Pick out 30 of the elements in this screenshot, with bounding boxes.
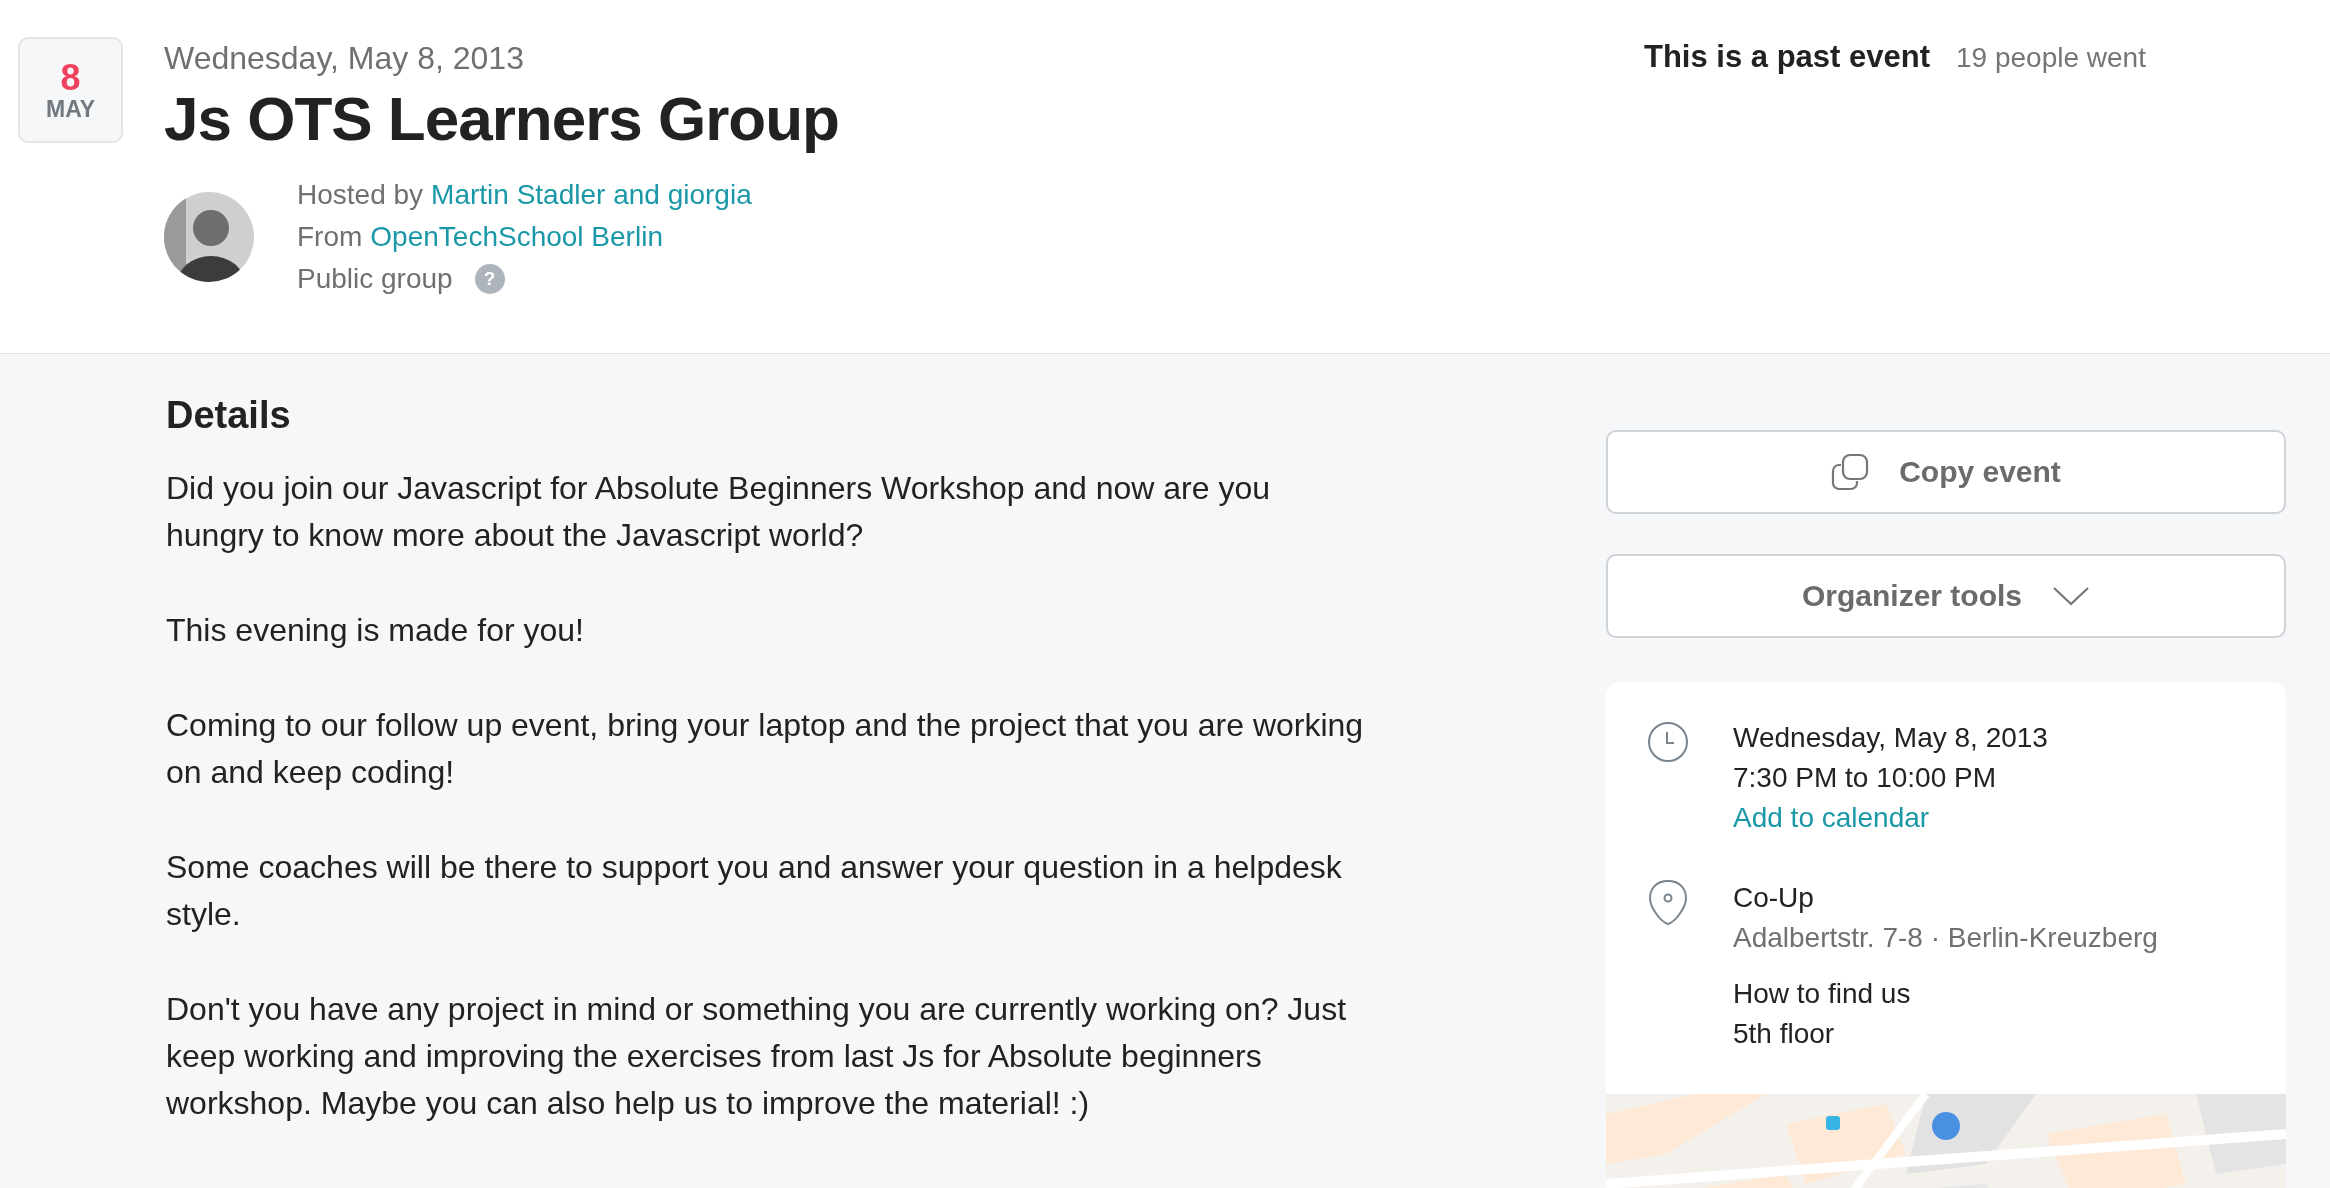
directions-text: 5th floor — [1733, 1017, 1836, 1051]
location-pin-icon — [1646, 878, 1690, 926]
past-event-label: This is a past event — [1644, 39, 1930, 75]
details-paragraph: This evening is made for you! — [166, 611, 585, 650]
add-to-calendar-link[interactable]: Add to calendar — [1733, 798, 2048, 838]
venue-address: Adalbertstr. 7-8 · Berlin-Kreuzberg — [1733, 921, 2158, 955]
details-paragraph: Some coaches will be there to support you and answer your question in a helpdesk style. — [166, 848, 1343, 934]
event-date: Wednesday, May 8, 2013 — [164, 40, 524, 77]
event-title: Js OTS Learners Group — [164, 83, 839, 155]
hosts-link[interactable]: Martin Stadler and giorgia — [431, 176, 752, 215]
details-paragraph: Did you join our Javascript for Absolute Beginners Workshop and now are you hungry to know more about the Javascript world? — [166, 469, 1271, 555]
copy-icon — [1831, 453, 1870, 491]
organizer-tools-button[interactable]: Organizer tools — [1606, 554, 2286, 638]
details-heading: Details — [166, 394, 292, 437]
date-month: MAY — [46, 97, 95, 123]
details-paragraph: Coming to our follow up event, bring your laptop and the project that you are working on and keep coding! — [166, 706, 1365, 792]
help-icon[interactable]: ? — [474, 264, 505, 295]
chevron-down-icon — [2052, 585, 2090, 607]
copy-event-button[interactable]: Copy event — [1606, 430, 2286, 514]
venue-name: Co-Up — [1733, 881, 1815, 915]
hosted-by-label: Hosted by — [297, 178, 424, 213]
directions-label: How to find us — [1733, 977, 1912, 1011]
attendance-count: 19 people went — [1956, 42, 2146, 74]
info-time: 7:30 PM to 10:00 PM — [1733, 761, 1998, 795]
group-link[interactable]: OpenTechSchool Berlin — [370, 218, 663, 257]
visibility-label: Public group — [297, 262, 453, 297]
details-paragraph: Don't you have any project in mind or something you are currently working on? Just keep working and improving the exercises from last Js for Absolute beginners workshop. Maybe you can also help us to improve the material! :) — [166, 990, 1348, 1123]
date-day: 8 — [60, 57, 81, 98]
from-label: From — [297, 220, 363, 255]
info-date: Wednesday, May 8, 2013 — [1733, 721, 2048, 755]
